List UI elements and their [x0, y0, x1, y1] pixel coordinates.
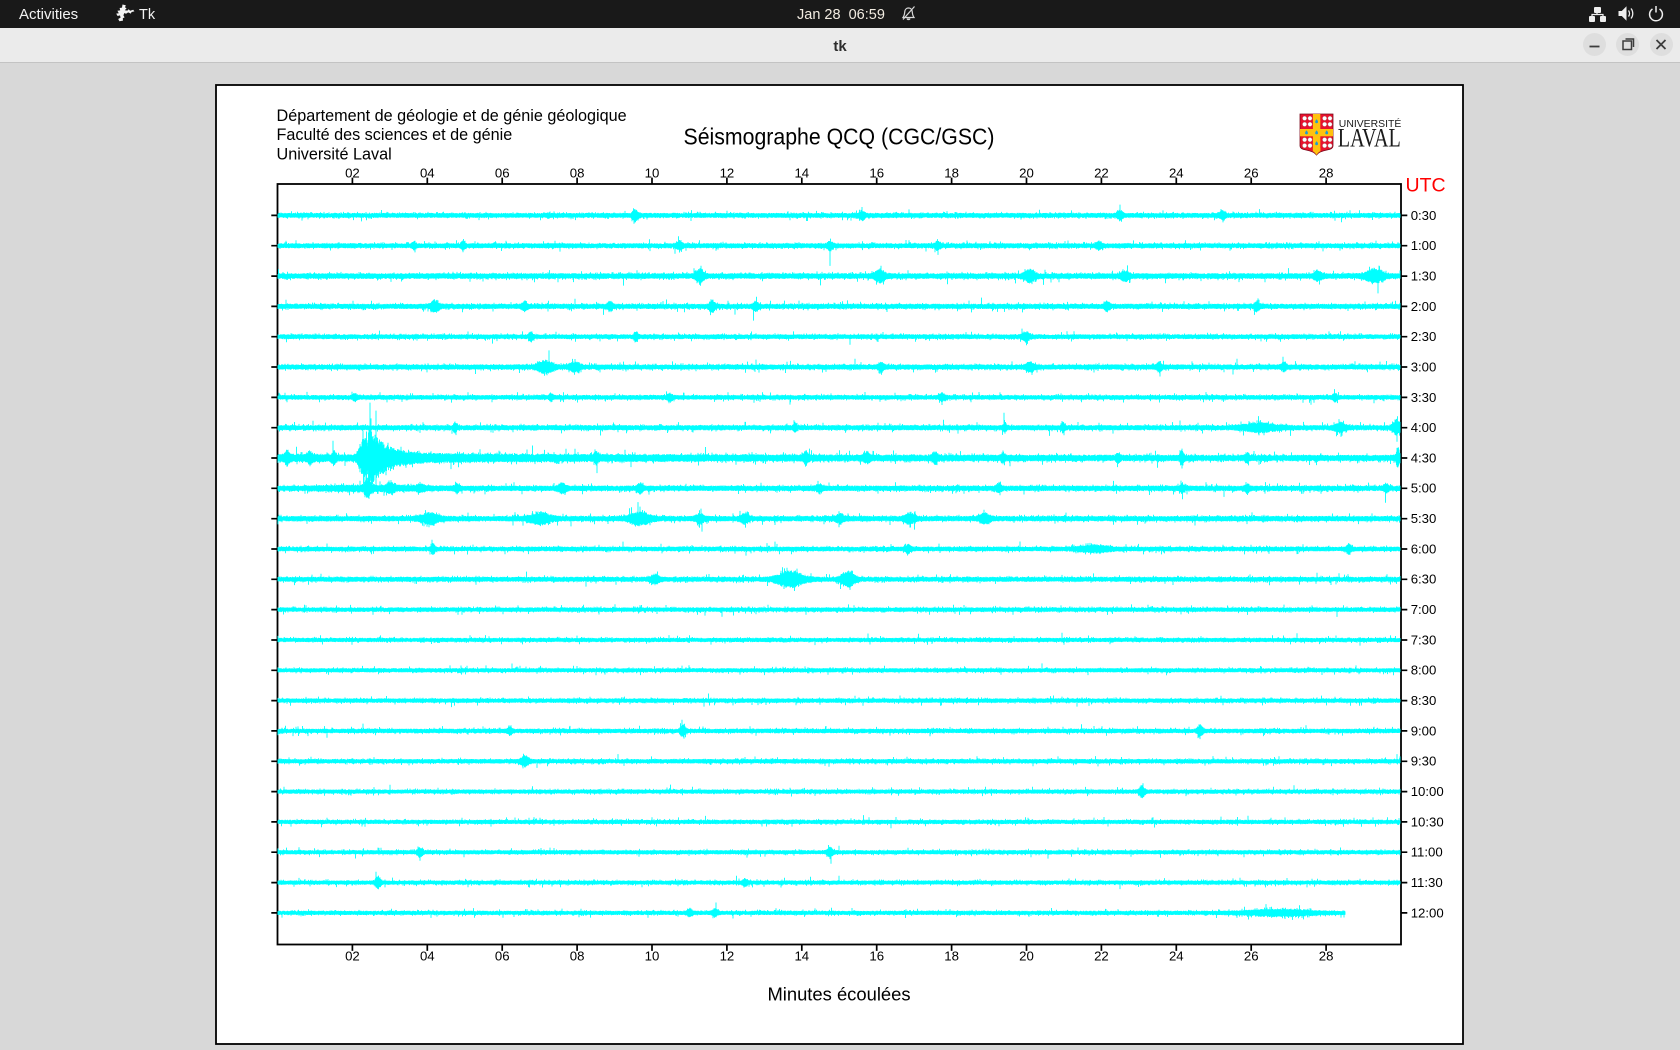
svg-text:Faculté des sciences et de gén: Faculté des sciences et de génie — [277, 126, 513, 144]
svg-text:26: 26 — [1244, 165, 1259, 180]
svg-text:10: 10 — [645, 948, 660, 963]
svg-text:Département de géologie et de: Département de géologie et de génie géol… — [277, 107, 627, 125]
svg-text:2:00: 2:00 — [1411, 299, 1437, 314]
svg-text:9:30: 9:30 — [1411, 754, 1437, 769]
svg-text:18: 18 — [944, 948, 959, 963]
svg-text:3:00: 3:00 — [1411, 359, 1437, 374]
svg-text:4:30: 4:30 — [1411, 450, 1437, 465]
svg-text:10:30: 10:30 — [1411, 814, 1444, 829]
svg-text:12:00: 12:00 — [1411, 905, 1444, 920]
svg-text:16: 16 — [869, 948, 884, 963]
svg-text:0:30: 0:30 — [1411, 208, 1437, 223]
svg-text:10: 10 — [645, 165, 660, 180]
svg-text:10:00: 10:00 — [1411, 784, 1444, 799]
svg-text:28: 28 — [1319, 948, 1334, 963]
svg-text:14: 14 — [794, 165, 809, 180]
svg-text:06: 06 — [495, 948, 510, 963]
svg-text:Minutes écoulées: Minutes écoulées — [767, 984, 910, 1005]
svg-text:5:00: 5:00 — [1411, 481, 1437, 496]
svg-text:7:00: 7:00 — [1411, 602, 1437, 617]
svg-text:02: 02 — [345, 165, 360, 180]
svg-text:2:30: 2:30 — [1411, 329, 1437, 344]
svg-text:7:30: 7:30 — [1411, 632, 1437, 647]
svg-text:04: 04 — [420, 948, 435, 963]
svg-text:1:30: 1:30 — [1411, 269, 1437, 284]
svg-text:12: 12 — [720, 948, 735, 963]
svg-text:11:00: 11:00 — [1411, 845, 1443, 860]
svg-text:04: 04 — [420, 165, 435, 180]
svg-text:5:30: 5:30 — [1411, 511, 1437, 526]
svg-text:1:00: 1:00 — [1411, 238, 1437, 253]
svg-text:3:30: 3:30 — [1411, 390, 1437, 405]
svg-text:16: 16 — [869, 165, 884, 180]
svg-text:UTC: UTC — [1406, 175, 1446, 197]
svg-text:26: 26 — [1244, 948, 1259, 963]
svg-text:18: 18 — [944, 165, 959, 180]
svg-text:08: 08 — [570, 948, 585, 963]
svg-text:9:00: 9:00 — [1411, 723, 1437, 738]
svg-text:14: 14 — [794, 948, 809, 963]
svg-text:4:00: 4:00 — [1411, 420, 1437, 435]
svg-text:8:30: 8:30 — [1411, 693, 1437, 708]
svg-text:12: 12 — [720, 165, 735, 180]
svg-text:22: 22 — [1094, 948, 1109, 963]
svg-text:02: 02 — [345, 948, 360, 963]
svg-text:08: 08 — [570, 165, 585, 180]
svg-text:LAVAL: LAVAL — [1338, 124, 1401, 153]
svg-text:Séismographe QCQ (CGC/GSC): Séismographe QCQ (CGC/GSC) — [684, 123, 995, 149]
svg-text:Université Laval: Université Laval — [277, 146, 392, 164]
svg-text:6:30: 6:30 — [1411, 572, 1437, 587]
svg-text:20: 20 — [1019, 165, 1034, 180]
svg-text:20: 20 — [1019, 948, 1034, 963]
svg-text:06: 06 — [495, 165, 510, 180]
svg-text:11:30: 11:30 — [1411, 875, 1443, 890]
svg-text:8:00: 8:00 — [1411, 663, 1437, 678]
svg-text:28: 28 — [1319, 165, 1334, 180]
svg-text:24: 24 — [1169, 948, 1184, 963]
svg-text:24: 24 — [1169, 165, 1184, 180]
svg-text:6:00: 6:00 — [1411, 541, 1437, 556]
svg-text:22: 22 — [1094, 165, 1109, 180]
